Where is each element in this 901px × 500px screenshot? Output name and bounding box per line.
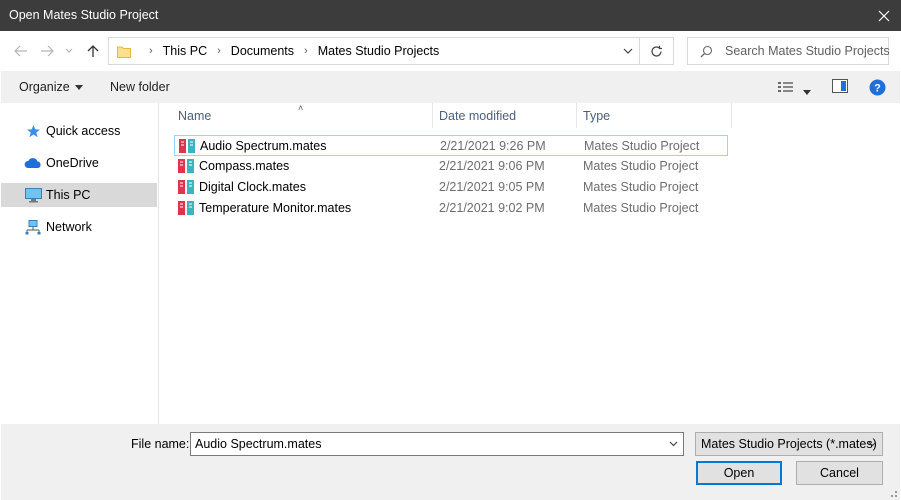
breadcrumb-separator: ›	[304, 45, 308, 57]
sidebar-item-label: Network	[46, 220, 92, 234]
sidebar-item-onedrive[interactable]: OneDrive	[1, 151, 157, 175]
up-arrow-icon	[87, 45, 99, 57]
forward-button[interactable]	[39, 42, 55, 60]
file-name: Digital Clock.mates	[199, 180, 306, 194]
view-options-button[interactable]	[777, 80, 795, 97]
column-header-name[interactable]: Name	[178, 103, 211, 128]
column-divider[interactable]	[576, 103, 577, 128]
close-icon	[878, 10, 890, 21]
cancel-label: Cancel	[820, 466, 859, 480]
file-name: Temperature Monitor.mates	[199, 201, 352, 215]
mates-file-icon	[178, 159, 194, 173]
chevron-down-icon	[669, 441, 677, 447]
window-title: Open Mates Studio Project	[9, 8, 159, 22]
new-folder-button[interactable]: New folder	[110, 80, 170, 94]
file-type-filter-value: Mates Studio Projects (*.mates)	[701, 437, 877, 451]
address-bar[interactable]: › This PC › Documents › Mates Studio Pro…	[108, 37, 640, 65]
file-name: Compass.mates	[199, 159, 290, 173]
file-name-value: Audio Spectrum.mates	[195, 437, 322, 451]
breadcrumb-item-mates-studio-projects[interactable]: Mates Studio Projects	[318, 44, 440, 58]
column-divider[interactable]	[731, 103, 732, 128]
help-button[interactable]: ?	[869, 79, 886, 99]
resize-grip-icon[interactable]	[887, 487, 897, 497]
help-icon: ?	[869, 79, 886, 96]
open-label: Open	[723, 466, 755, 480]
file-type: Mates Studio Project	[583, 180, 699, 194]
breadcrumb-separator: ›	[149, 45, 153, 57]
file-type: Mates Studio Project	[583, 159, 699, 173]
sidebar-item-label: Quick access	[46, 124, 121, 138]
navigation-bar: › This PC › Documents › Mates Studio Pro…	[1, 31, 900, 71]
breadcrumb: › This PC › Documents › Mates Studio Pro…	[117, 38, 439, 64]
file-type: Mates Studio Project	[583, 201, 699, 215]
search-placeholder: Search Mates Studio Projects	[725, 44, 890, 58]
search-box[interactable]: Search Mates Studio Projects	[687, 37, 890, 65]
file-selection-panel: File name: Audio Spectrum.mates Mates St…	[1, 424, 900, 500]
chevron-down-icon	[65, 48, 73, 53]
preview-pane-icon	[832, 79, 848, 93]
folder-icon	[117, 46, 131, 58]
file-list-view: ˄ Name Date modified Type Audio Spectrum…	[160, 103, 900, 424]
file-date: 2/21/2021 9:26 PM	[440, 139, 546, 153]
close-button[interactable]	[867, 0, 901, 31]
sidebar-item-label: This PC	[46, 188, 91, 202]
chevron-down-icon	[868, 441, 876, 447]
file-name-field[interactable]: Audio Spectrum.mates	[190, 432, 684, 456]
table-row[interactable]: Digital Clock.mates 2/21/2021 9:05 PM Ma…	[174, 177, 728, 198]
address-dropdown-button[interactable]	[621, 43, 635, 59]
svg-text:?: ?	[874, 83, 881, 95]
sidebar-item-network[interactable]: Network	[1, 215, 157, 239]
open-button[interactable]: Open	[696, 461, 782, 485]
command-toolbar: Organize New folder ?	[1, 71, 900, 103]
forward-arrow-icon	[41, 45, 54, 57]
file-name-dropdown-button[interactable]	[667, 437, 679, 451]
file-date: 2/21/2021 9:05 PM	[439, 180, 545, 194]
column-divider[interactable]	[432, 103, 433, 128]
file-date: 2/21/2021 9:06 PM	[439, 159, 545, 173]
computer-icon	[24, 187, 42, 203]
chevron-down-icon	[623, 48, 633, 54]
cloud-icon	[24, 155, 42, 171]
file-type: Mates Studio Project	[584, 139, 700, 153]
column-header-type[interactable]: Type	[583, 103, 610, 128]
sidebar-item-label: OneDrive	[46, 156, 99, 170]
caret-down-icon	[803, 90, 811, 96]
title-bar: Open Mates Studio Project	[0, 0, 901, 31]
recent-locations-button[interactable]	[61, 42, 77, 60]
navigation-pane: Quick access OneDrive This PC Network	[1, 103, 159, 424]
table-row[interactable]: Compass.mates 2/21/2021 9:06 PM Mates St…	[174, 156, 728, 177]
caret-down-icon	[74, 85, 83, 91]
mates-file-icon	[178, 180, 194, 194]
mates-file-icon	[179, 139, 195, 153]
file-type-dropdown-button[interactable]	[866, 437, 878, 451]
breadcrumb-item-this-pc[interactable]: This PC	[163, 44, 207, 58]
file-type-filter[interactable]: Mates Studio Projects (*.mates)	[695, 432, 883, 456]
file-date: 2/21/2021 9:02 PM	[439, 201, 545, 215]
back-button[interactable]	[13, 42, 29, 60]
organize-menu[interactable]: Organize	[19, 80, 83, 94]
breadcrumb-separator: ›	[217, 45, 221, 57]
up-button[interactable]	[85, 42, 101, 60]
details-view-icon	[778, 82, 793, 92]
sort-ascending-icon: ˄	[298, 103, 304, 113]
network-icon	[24, 219, 42, 235]
refresh-button[interactable]	[640, 37, 674, 65]
mates-file-icon	[178, 201, 194, 215]
table-row[interactable]: Audio Spectrum.mates 2/21/2021 9:26 PM M…	[174, 135, 728, 156]
cancel-button[interactable]: Cancel	[796, 461, 883, 485]
table-row[interactable]: Temperature Monitor.mates 2/21/2021 9:02…	[174, 198, 728, 219]
preview-pane-button[interactable]	[832, 79, 848, 96]
star-icon	[24, 123, 42, 139]
back-arrow-icon	[14, 45, 27, 57]
organize-label: Organize	[19, 80, 70, 94]
view-dropdown-button[interactable]	[803, 85, 811, 99]
refresh-icon	[651, 45, 662, 57]
file-name: Audio Spectrum.mates	[200, 139, 327, 153]
sidebar-item-this-pc[interactable]: This PC	[1, 183, 157, 207]
search-icon	[700, 43, 713, 59]
sidebar-item-quick-access[interactable]: Quick access	[1, 119, 157, 143]
file-name-label: File name:	[131, 437, 190, 451]
breadcrumb-item-documents[interactable]: Documents	[231, 44, 294, 58]
column-header-date-modified[interactable]: Date modified	[439, 103, 516, 128]
